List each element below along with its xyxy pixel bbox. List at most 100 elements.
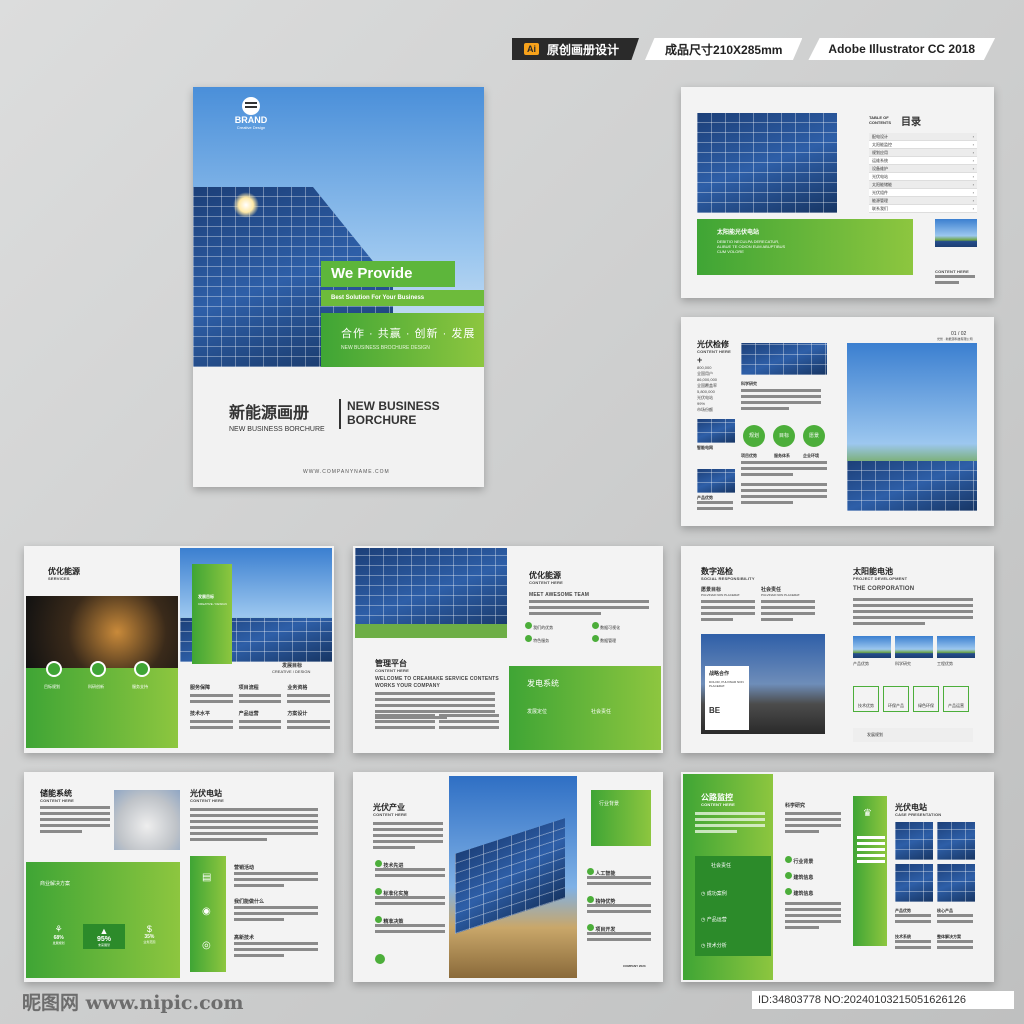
- spread-storage: 储能系统 CONTENT HERE 商业解决方案 ⚘ 68% 发展规划 ▲ 95…: [24, 772, 334, 982]
- toc-row: 联系我们 ›: [869, 205, 977, 213]
- toc-row: 太阳能储能 ›: [869, 181, 977, 189]
- mgmt-green-label-1: 发展定位: [527, 709, 548, 715]
- pv-left-a: 智能电网: [697, 445, 713, 450]
- social-card-title: 战略合作: [709, 671, 730, 677]
- bullet-icon: [375, 888, 382, 895]
- road-m3: 建筑信息: [785, 888, 813, 897]
- toc-wind-thumb: [935, 219, 977, 247]
- vision-circle: 愿景: [803, 425, 825, 447]
- cover-website: WWW.COMPANYNAME.COM: [303, 469, 390, 475]
- stat-label: 业务范围: [143, 940, 156, 944]
- social-a-sub-2: PULVINAR NON PLACERAT.: [761, 593, 801, 597]
- road-thumb-2: [937, 822, 975, 860]
- dollar-icon: $: [146, 924, 152, 934]
- research-icon: [90, 661, 106, 677]
- chevron-right-icon: ›: [972, 142, 974, 147]
- size-tag: 成品尺寸210X285mm: [645, 38, 803, 60]
- toc-item-label: 能源管理: [872, 197, 888, 203]
- toc-label2: CONTENTS: [869, 120, 891, 125]
- title-divider: [339, 399, 341, 429]
- illustrator-icon: Ai: [524, 43, 539, 55]
- social-icon-row: 技术优势 环保产品 绿色环保 产品运营: [853, 686, 969, 712]
- mgmt-bullet-3: 特色服务: [533, 638, 550, 643]
- social-card-t2: PLACERAT.: [709, 684, 726, 688]
- opt-chip-image: [26, 596, 178, 668]
- storage-stats: ⚘ 68% 发展规划 ▲ 95% 未来展望 $ 35% 业务范围: [38, 924, 170, 949]
- toc-row: 规划应用 ›: [869, 149, 977, 157]
- road-sub: CONTENT HERE: [701, 802, 735, 807]
- pv-sub: CONTENT HERE: [697, 349, 731, 354]
- opt-icon-label-2: 科研创新: [88, 684, 104, 689]
- industry-solar-tracker: [455, 818, 565, 934]
- social-sub: SOCIAL RESPONSIBILITY: [701, 576, 755, 581]
- tech-icon: 技术优势: [853, 686, 879, 712]
- road-m1-label: 行业背景: [793, 859, 814, 865]
- chevron-right-icon: ›: [972, 182, 974, 187]
- toc-list: 配电设计 › 太阳能监控 › 规划应用 › 运维系统 › 设备维护 › 光伏电站 › 太阳能储能 › 光伏组…: [869, 133, 977, 213]
- social-corp: THE CORPORATION: [853, 586, 915, 592]
- mgmt-bullet-4: 数据管理: [600, 638, 617, 643]
- toc-item-label: 太阳能监控: [872, 141, 892, 147]
- original-tag: Ai 原创画册设计: [512, 38, 640, 60]
- chevron-right-icon: ›: [972, 158, 974, 163]
- opt-grid-label: 项目流程: [238, 685, 259, 691]
- toc-green-block: 太阳能光伏电站 DEBITIO NECULPA DERECATUR, ALIBU…: [697, 219, 913, 275]
- values-block: 合作 · 共赢 · 创新 · 发展 NEW BUSINESS BROCHURE …: [321, 313, 484, 367]
- bulb-icon: ◷: [701, 943, 706, 949]
- social-footer: 发展规划: [853, 728, 973, 742]
- stat-card: $ 35% 业务范围: [129, 924, 170, 949]
- cover-title-cn: 新能源画册: [229, 405, 310, 422]
- chevron-right-icon: ›: [972, 190, 974, 195]
- storage-right-sub: CONTENT HERE: [190, 798, 224, 803]
- road-dark-panel: [695, 856, 771, 956]
- industry-footer: COMPANY 2023: [623, 964, 646, 968]
- goal-circle: 目标: [773, 425, 795, 447]
- brand-globe-icon: [242, 97, 260, 115]
- social-thumb-1: [853, 636, 891, 658]
- toc-item-label: 光伏组件: [872, 189, 888, 195]
- spread-road: 公路监控 CONTENT HERE 社会责任 ◷ 成功案例 ◷ 产品运营 ◷ 技…: [681, 772, 994, 982]
- spread-optimize: 优化能源 SERVICES 目标规划 科研创新 服务支持 发展目标 CREATI…: [24, 546, 334, 753]
- spread-social: 数字巡检 SOCIAL RESPONSIBILITY 愿景目标 社会责任 PUL…: [681, 546, 994, 753]
- brand-sub: Creative Design: [236, 125, 266, 130]
- bullet-icon: [587, 868, 594, 875]
- social-right-sub: PROJECT DEVELOPMENT: [853, 576, 908, 581]
- pv-col2-label: 科学研究: [741, 381, 757, 386]
- toc-solar-image: [697, 113, 837, 213]
- toc-row: 能源管理 ›: [869, 197, 977, 205]
- mgmt-sub: CONTENT HERE: [529, 580, 563, 585]
- toc-row: 运维系统 ›: [869, 157, 977, 165]
- brand-logo: BRAND Creative Design: [221, 97, 281, 130]
- pv-solar-image: [741, 343, 827, 375]
- tagline-banner: Best Solution For Your Business: [321, 290, 484, 306]
- pv-wind-farm-image: [847, 343, 977, 511]
- mgmt-bullet-2: 数据可视化: [600, 625, 621, 630]
- stat-label: 未来展望: [97, 943, 110, 947]
- road-b3: ◷ 技术分析: [701, 942, 727, 949]
- road-m2-label: 建筑信息: [793, 875, 814, 881]
- mgmt-bullet-1: 我们的优势: [533, 625, 554, 630]
- opt-card-sub: CREATIVE / DESIGN: [198, 602, 227, 606]
- opt-sub: SERVICES: [48, 576, 70, 581]
- mgmt-team: MEET AWESOME TEAM: [529, 592, 590, 598]
- bullet-icon: [785, 888, 792, 895]
- social-p2: 科学研究: [895, 661, 911, 666]
- target-icon: ◎: [202, 940, 211, 951]
- clock-icon: ◷: [701, 917, 706, 923]
- cover-title-en-big: NEW BUSINESS BORCHURE: [347, 399, 440, 427]
- mgmt-left-sub: CONTENT HERE: [375, 668, 409, 673]
- road-soc: 社会责任: [711, 863, 732, 869]
- bullet-icon: [592, 635, 599, 642]
- storage-robot-image: [114, 790, 180, 850]
- opt-green-block: [26, 668, 178, 748]
- toc-row: 设备维护 ›: [869, 165, 977, 173]
- road-thumb-1: [895, 822, 933, 860]
- tag-bar: Ai 原创画册设计 成品尺寸210X285mm Adobe Illustrato…: [512, 38, 996, 60]
- mgmt-green-block: 发电系统 发展定位 社会责任: [509, 666, 661, 750]
- values-en: NEW BUSINESS BROCHURE DESIGN: [341, 345, 430, 351]
- cover-title-en-line1: NEW BUSINESS: [347, 399, 440, 413]
- toc-row: 太阳能监控 ›: [869, 141, 977, 149]
- storage-green-block: 商业解决方案: [26, 862, 180, 978]
- bullet-icon: [587, 896, 594, 903]
- toc-green-text3: CUM VOLORE: [717, 249, 744, 254]
